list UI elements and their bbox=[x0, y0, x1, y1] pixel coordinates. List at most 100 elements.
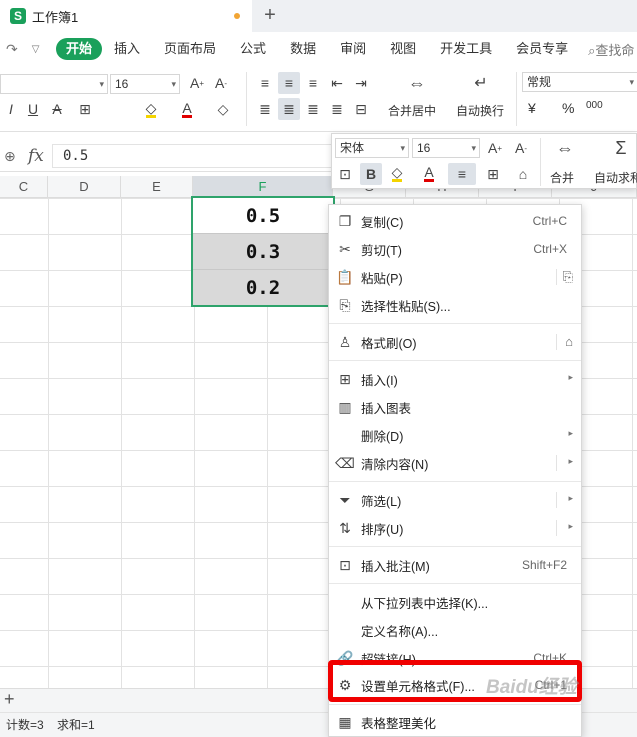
submenu-arrow-icon: ▸ bbox=[568, 493, 573, 503]
column-header-d[interactable]: D bbox=[48, 176, 121, 198]
menu-item-clear[interactable]: ⌫ 清除内容(N) ▸ bbox=[329, 449, 581, 477]
distributed-icon[interactable]: ⊟ bbox=[350, 98, 372, 120]
copy-icon: ❐ bbox=[338, 212, 352, 229]
mini-font-name-select[interactable]: 宋体 bbox=[335, 138, 409, 158]
menu-label: 插入批注(M) bbox=[361, 559, 430, 574]
tab-bar: S 工作簿1 + bbox=[0, 0, 637, 32]
menu-item-delete[interactable]: 删除(D) ▸ bbox=[329, 421, 581, 449]
mini-borders-icon[interactable]: ⊞ bbox=[482, 163, 504, 185]
submenu-arrow-icon: ▸ bbox=[568, 521, 573, 531]
align-middle-icon[interactable]: ≡ bbox=[278, 72, 300, 94]
justify-icon[interactable]: ≣ bbox=[326, 98, 348, 120]
tab-page-layout[interactable]: 页面布局 bbox=[152, 38, 228, 60]
indent-icon[interactable]: ⇥ bbox=[350, 72, 372, 94]
paste-special-icon: ⎘ bbox=[339, 296, 351, 313]
font-name-select[interactable] bbox=[0, 74, 108, 94]
mini-bold-icon[interactable]: B bbox=[360, 163, 382, 185]
mini-merge-icon[interactable]: ⇔ bbox=[554, 137, 576, 159]
workbook-tab[interactable]: S 工作簿1 bbox=[0, 0, 252, 32]
font-size-select[interactable]: 16 bbox=[110, 74, 180, 94]
menu-item-paste-special[interactable]: ⎘ 选择性粘贴(S)... bbox=[329, 291, 581, 319]
table-beautify-icon: ▦ bbox=[338, 713, 352, 730]
menu-separator bbox=[329, 481, 581, 482]
mini-font-size-select[interactable]: 16 bbox=[412, 138, 480, 158]
formula-input[interactable]: 0.5 bbox=[52, 144, 332, 168]
menu-item-insert[interactable]: ⊞ 插入(I) ▸ bbox=[329, 365, 581, 393]
mini-font-color-icon[interactable]: A bbox=[418, 163, 440, 185]
ribbon-divider bbox=[246, 72, 247, 126]
menu-item-filter[interactable]: ⏷ 筛选(L) ▸ bbox=[329, 486, 581, 514]
underline-icon[interactable]: U bbox=[22, 98, 44, 120]
tab-formulas[interactable]: 公式 bbox=[228, 38, 278, 60]
align-left-icon[interactable]: ≣ bbox=[254, 98, 276, 120]
increase-font-icon[interactable]: A + bbox=[186, 72, 208, 94]
add-sheet-icon[interactable]: + bbox=[4, 689, 15, 710]
decrease-font-icon[interactable]: A- bbox=[210, 72, 232, 94]
wrap-text-icon[interactable]: ↵ bbox=[468, 72, 494, 94]
thousands-icon[interactable]: 000 bbox=[586, 100, 603, 111]
merge-center-label[interactable]: 合并居中 bbox=[388, 102, 436, 119]
menu-item-paste[interactable]: 📋 粘贴(P) ⎘ bbox=[329, 263, 581, 291]
paste-options-icon[interactable]: ⎘ bbox=[563, 269, 573, 285]
mini-align-icon[interactable]: ≡ bbox=[448, 163, 476, 185]
ribbon-divider bbox=[516, 72, 517, 126]
number-format-select[interactable]: 常规 bbox=[522, 72, 637, 92]
search-command[interactable]: ⌕查找命 bbox=[588, 40, 634, 59]
tab-developer[interactable]: 开发工具 bbox=[428, 38, 504, 60]
align-bottom-icon[interactable]: ≡ bbox=[302, 72, 324, 94]
tab-review[interactable]: 审阅 bbox=[328, 38, 378, 60]
new-tab-plus-icon[interactable]: + bbox=[260, 4, 280, 27]
borders-icon[interactable]: ⊞ bbox=[74, 98, 96, 120]
menu-item-format-painter[interactable]: ♙ 格式刷(O) ⌂ bbox=[329, 328, 581, 356]
mini-merge-label[interactable]: 合并 bbox=[550, 169, 574, 186]
tab-view[interactable]: 视图 bbox=[378, 38, 428, 60]
mini-increase-font-icon[interactable]: A + bbox=[484, 137, 506, 159]
merge-center-icon[interactable]: ⇔ bbox=[404, 72, 430, 94]
menu-item-insert-chart[interactable]: ▥ 插入图表 bbox=[329, 393, 581, 421]
format-painter-lock-icon[interactable]: ⌂ bbox=[565, 334, 573, 349]
mini-autosum-icon[interactable]: Σ bbox=[610, 137, 632, 159]
currency-icon[interactable]: ¥ bbox=[528, 100, 536, 116]
align-top-icon[interactable]: ≡ bbox=[254, 72, 276, 94]
tab-insert[interactable]: 插入 bbox=[102, 38, 152, 60]
menu-label: 插入图表 bbox=[361, 401, 412, 416]
align-right-icon[interactable]: ≣ bbox=[302, 98, 324, 120]
menu-item-pick-list[interactable]: 从下拉列表中选择(K)... bbox=[329, 588, 581, 616]
menu-item-copy[interactable]: ❐ 复制(C) Ctrl+C bbox=[329, 207, 581, 235]
comment-icon: ⊡ bbox=[339, 556, 351, 573]
tab-home[interactable]: 开始 bbox=[56, 38, 103, 60]
strikethrough-icon[interactable]: A bbox=[46, 98, 68, 120]
mini-decrease-font-icon[interactable]: A- bbox=[510, 137, 532, 159]
clear-format-icon[interactable]: ◇ bbox=[212, 98, 234, 120]
font-color-icon[interactable]: A bbox=[176, 98, 198, 120]
mini-format-painter-icon[interactable]: ⌂ bbox=[512, 163, 534, 185]
function-icon[interactable]: fx bbox=[28, 146, 44, 166]
scissors-icon: ✂ bbox=[339, 240, 351, 257]
wps-logo-icon: S bbox=[10, 8, 26, 24]
mini-fill-color-icon[interactable]: ◇ bbox=[386, 163, 408, 185]
column-header-e[interactable]: E bbox=[121, 176, 193, 198]
customize-chevron-icon[interactable]: ▽ bbox=[32, 44, 40, 55]
wrap-text-label[interactable]: 自动换行 bbox=[456, 102, 504, 119]
mini-auto-fit-icon[interactable]: ⊡ bbox=[334, 163, 356, 185]
eraser-icon: ⌫ bbox=[335, 454, 355, 471]
italic-icon[interactable]: I bbox=[0, 98, 22, 120]
tab-data[interactable]: 数据 bbox=[278, 38, 328, 60]
menu-item-sort[interactable]: ⇅ 排序(U) ▸ bbox=[329, 514, 581, 542]
column-header-c[interactable]: C bbox=[0, 176, 48, 198]
redo-icon[interactable]: ↷ bbox=[6, 41, 18, 58]
outdent-icon[interactable]: ⇤ bbox=[326, 72, 348, 94]
menu-item-table-beautify[interactable]: ▦ 表格整理美化 bbox=[329, 708, 581, 736]
zoom-icon[interactable]: ⊕ bbox=[4, 148, 16, 165]
mini-autosum-label[interactable]: 自动求和 bbox=[594, 169, 637, 186]
menu-item-define-name[interactable]: 定义名称(A)... bbox=[329, 616, 581, 644]
tab-member[interactable]: 会员专享 bbox=[504, 38, 580, 60]
paste-icon: 📋 bbox=[336, 268, 354, 285]
menu-item-cut[interactable]: ✂ 剪切(T) Ctrl+X bbox=[329, 235, 581, 263]
align-center-icon[interactable]: ≣ bbox=[278, 98, 300, 120]
menu-item-insert-comment[interactable]: ⊡ 插入批注(M) Shift+F2 bbox=[329, 551, 581, 579]
percent-icon[interactable]: % bbox=[562, 100, 574, 116]
menu-separator bbox=[329, 704, 581, 705]
fill-color-icon[interactable]: ◇ bbox=[140, 98, 162, 120]
column-header-f[interactable]: F bbox=[193, 176, 333, 198]
